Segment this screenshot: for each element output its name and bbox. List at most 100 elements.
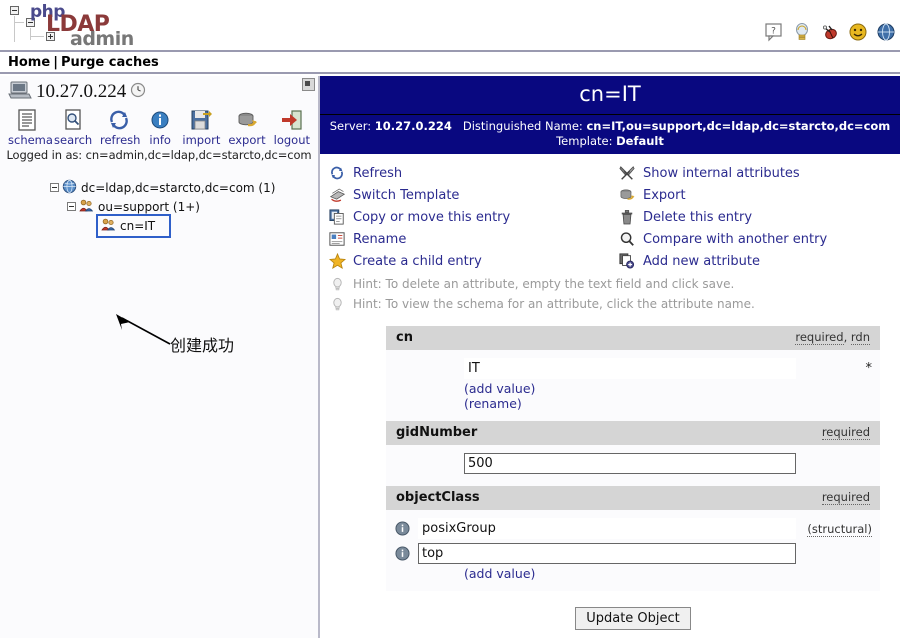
action-label: Export bbox=[643, 187, 686, 203]
add-attribute-icon bbox=[618, 253, 636, 269]
action-export[interactable]: Export bbox=[610, 184, 900, 206]
cn-add-value-link[interactable]: (add value) bbox=[386, 381, 880, 396]
attribute-list: cn required, rdn IT * (add value) (renam… bbox=[386, 326, 880, 630]
cn-rename-link[interactable]: (rename) bbox=[386, 396, 880, 411]
action-add-new-attribute[interactable]: Add new attribute bbox=[610, 250, 900, 272]
action-create-child-entry[interactable]: Create a child entry bbox=[320, 250, 610, 272]
toolbar-search[interactable]: search bbox=[54, 107, 92, 147]
server-toolbar: schema search refresh info import export… bbox=[0, 107, 318, 147]
flag-rdn: rdn bbox=[850, 330, 870, 345]
collapse-pane-button[interactable] bbox=[302, 78, 315, 91]
action-delete-entry[interactable]: Delete this entry bbox=[610, 206, 900, 228]
phpldapadmin-logo: php LDAP admin bbox=[6, 2, 186, 50]
attribute-flags: required bbox=[821, 425, 870, 440]
toolbar-logout[interactable]: logout bbox=[274, 107, 310, 147]
attribute-header: gidNumber required bbox=[386, 421, 880, 445]
action-rename[interactable]: Rename bbox=[320, 228, 610, 250]
value-trailing: (structural) bbox=[796, 521, 872, 537]
action-label: Add new attribute bbox=[643, 253, 761, 269]
logo-tree-line-4 bbox=[30, 36, 44, 37]
toolbar-export-label: export bbox=[228, 133, 266, 147]
cn-value-readonly: IT bbox=[464, 358, 796, 379]
tree-node-cn-it[interactable]: cn=IT bbox=[84, 213, 318, 238]
action-label: Compare with another entry bbox=[643, 231, 828, 247]
group-icon bbox=[79, 198, 94, 216]
tree-expander-minus-icon[interactable] bbox=[50, 183, 59, 192]
globe-icon bbox=[62, 179, 77, 197]
flag-required: required bbox=[821, 490, 870, 505]
hint-view-schema: Hint: To view the schema for an attribut… bbox=[320, 294, 900, 314]
bug-icon[interactable] bbox=[820, 22, 840, 42]
tree-node-dc-root[interactable]: dc=ldap,dc=starcto,dc=com (1) bbox=[50, 178, 318, 197]
objectclass-top-input[interactable] bbox=[418, 543, 796, 564]
toolbar-import[interactable]: import bbox=[182, 107, 220, 147]
toolbar-schema[interactable]: schema bbox=[8, 107, 53, 147]
entry-detail-pane: cn=IT Server: 10.27.0.224 Distinguished … bbox=[320, 76, 900, 638]
dn-label: Distinguished Name: bbox=[462, 119, 583, 133]
ldap-tree: dc=ldap,dc=starcto,dc=com (1) ou=support bbox=[0, 178, 318, 238]
action-copy-or-move[interactable]: Copy or move this entry bbox=[320, 206, 610, 228]
annotation-text: 创建成功 bbox=[170, 336, 235, 355]
entry-actions-left-column: Refresh Switch Template Copy or move thi… bbox=[320, 162, 610, 272]
export-icon bbox=[618, 187, 636, 203]
magnifier-icon bbox=[618, 231, 636, 247]
action-switch-template[interactable]: Switch Template bbox=[320, 184, 610, 206]
breadcrumb-home-link[interactable]: Home bbox=[8, 55, 50, 70]
info-icon[interactable] bbox=[386, 521, 418, 536]
action-label: Rename bbox=[353, 231, 407, 247]
toolbar-export[interactable]: export bbox=[228, 107, 266, 147]
action-compare-entry[interactable]: Compare with another entry bbox=[610, 228, 900, 250]
attribute-name[interactable]: objectClass bbox=[396, 490, 480, 505]
globe-icon[interactable] bbox=[876, 22, 896, 42]
update-object-button[interactable]: Update Object bbox=[575, 607, 691, 630]
logo-tree-line-1 bbox=[14, 16, 15, 42]
header-icon-bar: ? bbox=[764, 22, 896, 42]
hints-list: Hint: To delete an attribute, empty the … bbox=[320, 274, 900, 314]
attribute-name[interactable]: cn bbox=[396, 330, 413, 345]
tools-icon bbox=[618, 165, 636, 181]
toolbar-import-label: import bbox=[182, 133, 221, 147]
hint-delete-attribute: Hint: To delete an attribute, empty the … bbox=[320, 274, 900, 294]
toolbar-info[interactable]: info bbox=[146, 107, 174, 147]
tree-expander-minus-icon[interactable] bbox=[67, 202, 76, 211]
attribute-name[interactable]: gidNumber bbox=[396, 425, 477, 440]
action-refresh[interactable]: Refresh bbox=[320, 162, 610, 184]
flag-required: required bbox=[821, 425, 870, 440]
copy-icon bbox=[328, 209, 346, 225]
required-marker: * bbox=[865, 361, 873, 376]
template-value: Default bbox=[616, 134, 664, 148]
tree-expander-none-icon bbox=[84, 221, 93, 230]
breadcrumb-purge-caches-link[interactable]: Purge caches bbox=[61, 55, 159, 70]
attribute-header: objectClass required bbox=[386, 486, 880, 510]
entry-actions: Refresh Switch Template Copy or move thi… bbox=[320, 154, 900, 274]
attribute-body: IT * (add value) (rename) bbox=[386, 350, 880, 421]
action-show-internal-attributes[interactable]: Show internal attributes bbox=[610, 162, 900, 184]
attribute-value-row bbox=[386, 451, 880, 476]
switch-template-icon bbox=[328, 187, 346, 203]
attribute-flags: required bbox=[821, 490, 870, 505]
refresh-icon bbox=[100, 107, 138, 133]
action-label: Create a child entry bbox=[353, 253, 482, 269]
schema-icon bbox=[8, 107, 46, 133]
objectclass-posixgroup-readonly: posixGroup bbox=[418, 518, 796, 539]
attribute-value-row bbox=[386, 541, 880, 566]
toolbar-refresh-label: refresh bbox=[100, 133, 141, 147]
action-label: Delete this entry bbox=[643, 209, 753, 225]
lightbulb-icon bbox=[328, 297, 346, 312]
info-icon[interactable] bbox=[386, 546, 418, 561]
attribute-value-row: posixGroup (structural) bbox=[386, 516, 880, 541]
help-icon[interactable]: ? bbox=[764, 22, 784, 42]
smiley-icon[interactable] bbox=[848, 22, 868, 42]
rename-icon bbox=[328, 231, 346, 247]
action-label: Switch Template bbox=[353, 187, 460, 203]
server-label: Server: bbox=[329, 119, 372, 133]
gidnumber-input[interactable] bbox=[464, 453, 796, 474]
toolbar-refresh[interactable]: refresh bbox=[100, 107, 141, 147]
entry-actions-right-column: Show internal attributes Export Delete t… bbox=[610, 162, 900, 272]
toolbar-logout-label: logout bbox=[273, 133, 310, 147]
lightbulb-icon[interactable] bbox=[792, 22, 812, 42]
tree-node-label: ou=support (1+) bbox=[98, 199, 200, 214]
logo-tree-box-1 bbox=[10, 6, 19, 15]
objectclass-add-value-link[interactable]: (add value) bbox=[386, 566, 880, 581]
clock-icon[interactable] bbox=[130, 82, 146, 101]
